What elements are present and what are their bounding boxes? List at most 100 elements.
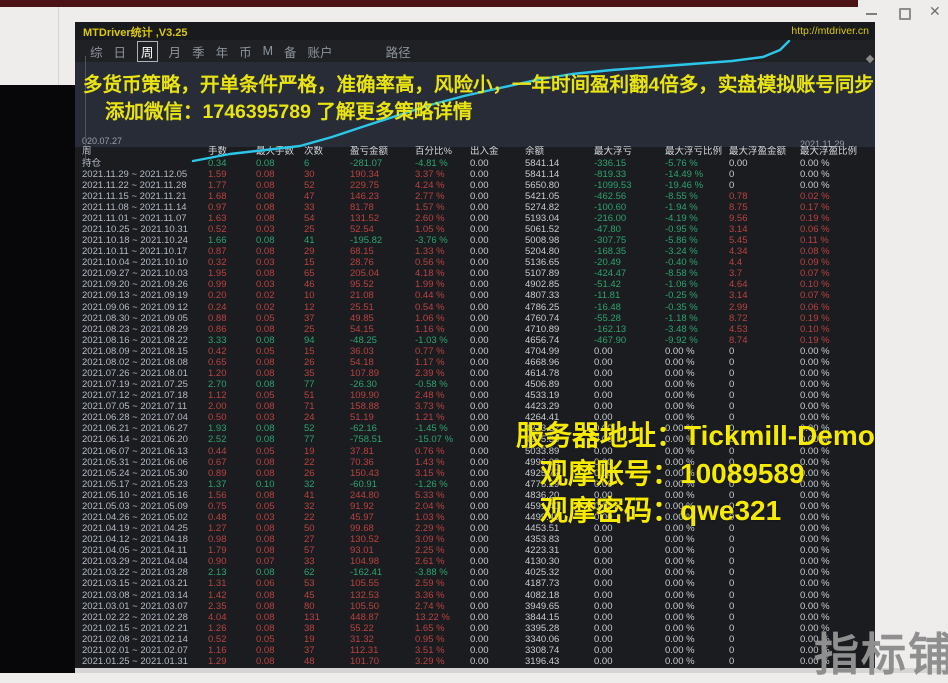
column-header: 百分比% bbox=[415, 146, 470, 157]
cell-value: 52.54 bbox=[350, 224, 415, 235]
cell-value: 1.93 bbox=[208, 423, 256, 434]
cell-value: 26 bbox=[304, 357, 350, 368]
cell-value: 0.05 bbox=[256, 634, 304, 645]
cell-value: 0.42 bbox=[208, 346, 256, 357]
cell-value: 0.00 bbox=[594, 390, 665, 401]
minimize-button[interactable] bbox=[866, 13, 877, 15]
cell-value: -3.76 % bbox=[415, 235, 470, 246]
cell-value: 1.68 bbox=[208, 191, 256, 202]
cell-value: 0.19 % bbox=[800, 335, 870, 346]
cell-value: 0.00 bbox=[470, 578, 525, 589]
cell-value: 9.56 bbox=[729, 213, 800, 224]
menu-item-年[interactable]: 年 bbox=[216, 42, 229, 61]
cell-value: 0.00 % bbox=[800, 523, 870, 534]
table-row: 2021.02.15 ~ 2021.02.211.260.083855.221.… bbox=[75, 623, 870, 634]
cell-value: 2.77 % bbox=[415, 191, 470, 202]
promo-banner-line1: 多货币策略，开单条件严格，准确率高，风险小，一年时间盈利翻4倍多，实盘模拟账号同… bbox=[83, 68, 874, 97]
cell-week: 2021.05.31 ~ 2021.06.06 bbox=[82, 457, 208, 468]
cell-value: 0.24 bbox=[208, 302, 256, 313]
cell-value: -0.40 % bbox=[665, 257, 729, 268]
cell-value: 0.00 bbox=[470, 612, 525, 623]
cell-week: 2021.06.21 ~ 2021.06.27 bbox=[82, 423, 208, 434]
cell-value: 4506.89 bbox=[525, 379, 594, 390]
cell-value: 0 bbox=[729, 180, 800, 191]
cell-value: 31.32 bbox=[350, 634, 415, 645]
menu-item-账户[interactable]: 账户 bbox=[308, 42, 333, 61]
cell-value: 1.05 % bbox=[415, 224, 470, 235]
cell-value: 0.08 bbox=[256, 656, 304, 667]
cell-value: 0.08 bbox=[256, 534, 304, 545]
cell-value: 0.90 bbox=[208, 556, 256, 567]
cell-value: 0.00 bbox=[594, 368, 665, 379]
cell-value: -3.24 % bbox=[665, 246, 729, 257]
cell-value: 0.00 % bbox=[665, 357, 729, 368]
cell-value: 0.08 bbox=[256, 645, 304, 656]
cell-value: 0.02 % bbox=[800, 191, 870, 202]
cell-value: -62.16 bbox=[350, 423, 415, 434]
cell-value: 0 bbox=[729, 169, 800, 180]
cell-value: 0 bbox=[729, 578, 800, 589]
menu-item-币[interactable]: 币 bbox=[239, 42, 252, 61]
close-icon[interactable]: ✕ bbox=[929, 3, 941, 19]
cell-value: 5841.14 bbox=[525, 158, 594, 169]
cell-value: 2.59 % bbox=[415, 578, 470, 589]
cell-value: 51.19 bbox=[350, 412, 415, 423]
cell-value: 1.95 bbox=[208, 268, 256, 279]
menu-item-path[interactable]: 路径 bbox=[386, 42, 411, 61]
cell-value: 2.60 % bbox=[415, 213, 470, 224]
cell-value: 0.67 bbox=[208, 457, 256, 468]
table-row: 2021.07.19 ~ 2021.07.252.700.0877-26.30-… bbox=[75, 379, 870, 390]
menu-item-季[interactable]: 季 bbox=[192, 42, 205, 61]
menu-item-月[interactable]: 月 bbox=[169, 42, 182, 61]
cell-value: 2.99 bbox=[729, 302, 800, 313]
cell-value: 68.15 bbox=[350, 246, 415, 257]
table-row: 2021.08.16 ~ 2021.08.223.330.0894-48.25-… bbox=[75, 335, 870, 346]
cell-value: -216.00 bbox=[594, 213, 665, 224]
cell-value: 0.00 bbox=[470, 645, 525, 656]
maximize-button[interactable] bbox=[899, 8, 911, 20]
cell-value: 0.05 bbox=[256, 313, 304, 324]
cell-week: 2021.03.01 ~ 2021.03.07 bbox=[82, 601, 208, 612]
cell-value: 0.86 bbox=[208, 324, 256, 335]
cell-value: 0.08 bbox=[256, 567, 304, 578]
cell-week: 2021.05.03 ~ 2021.05.09 bbox=[82, 501, 208, 512]
cell-value: 0.03 bbox=[256, 412, 304, 423]
cell-value: 0.00 % bbox=[665, 401, 729, 412]
column-header: 次数 bbox=[304, 146, 350, 157]
cell-value: 0.08 bbox=[256, 191, 304, 202]
cell-value: -462.56 bbox=[594, 191, 665, 202]
cell-value: 77 bbox=[304, 379, 350, 390]
cell-value: 0.52 bbox=[208, 634, 256, 645]
cell-value: 0 bbox=[729, 556, 800, 567]
cell-value: 0.00 % bbox=[800, 180, 870, 191]
cell-value: 0.00 bbox=[594, 346, 665, 357]
cell-value: 4.4 bbox=[729, 257, 800, 268]
table-row: 2021.10.18 ~ 2021.10.241.660.0841-195.82… bbox=[75, 235, 870, 246]
menu-item-综[interactable]: 综 bbox=[90, 42, 103, 61]
cell-value: 0.65 bbox=[208, 357, 256, 368]
menu-item-M[interactable]: M bbox=[263, 44, 273, 58]
titlebar-accent-strip bbox=[0, 0, 858, 7]
cell-value: 1.56 bbox=[208, 490, 256, 501]
cell-value: -5.76 % bbox=[665, 158, 729, 169]
menu-item-周[interactable]: 周 bbox=[137, 41, 158, 62]
cell-value: 5.45 bbox=[729, 235, 800, 246]
cell-value: 0.07 bbox=[256, 556, 304, 567]
table-row: 2021.11.15 ~ 2021.11.211.680.0847146.232… bbox=[75, 191, 870, 202]
table-row: 2021.03.08 ~ 2021.03.141.420.0845132.533… bbox=[75, 590, 870, 601]
cell-value: 91.92 bbox=[350, 501, 415, 512]
cell-value: 0.00 bbox=[470, 324, 525, 335]
table-row: 2021.04.05 ~ 2021.04.111.790.085793.012.… bbox=[75, 545, 870, 556]
cell-value: 0.00 % bbox=[800, 567, 870, 578]
app-url-link[interactable]: http://mtdriver.cn bbox=[791, 25, 869, 37]
cell-value: 0.89 bbox=[208, 468, 256, 479]
cell-value: 32 bbox=[304, 479, 350, 490]
menu-item-日[interactable]: 日 bbox=[114, 42, 127, 61]
menu-item-备[interactable]: 备 bbox=[284, 42, 297, 61]
cell-value: 4614.78 bbox=[525, 368, 594, 379]
cell-value: 244.80 bbox=[350, 490, 415, 501]
cell-value: 2.52 bbox=[208, 434, 256, 445]
cell-value: 0.08 bbox=[256, 335, 304, 346]
cell-value: 3.29 % bbox=[415, 656, 470, 667]
cell-value: -1.45 % bbox=[415, 423, 470, 434]
